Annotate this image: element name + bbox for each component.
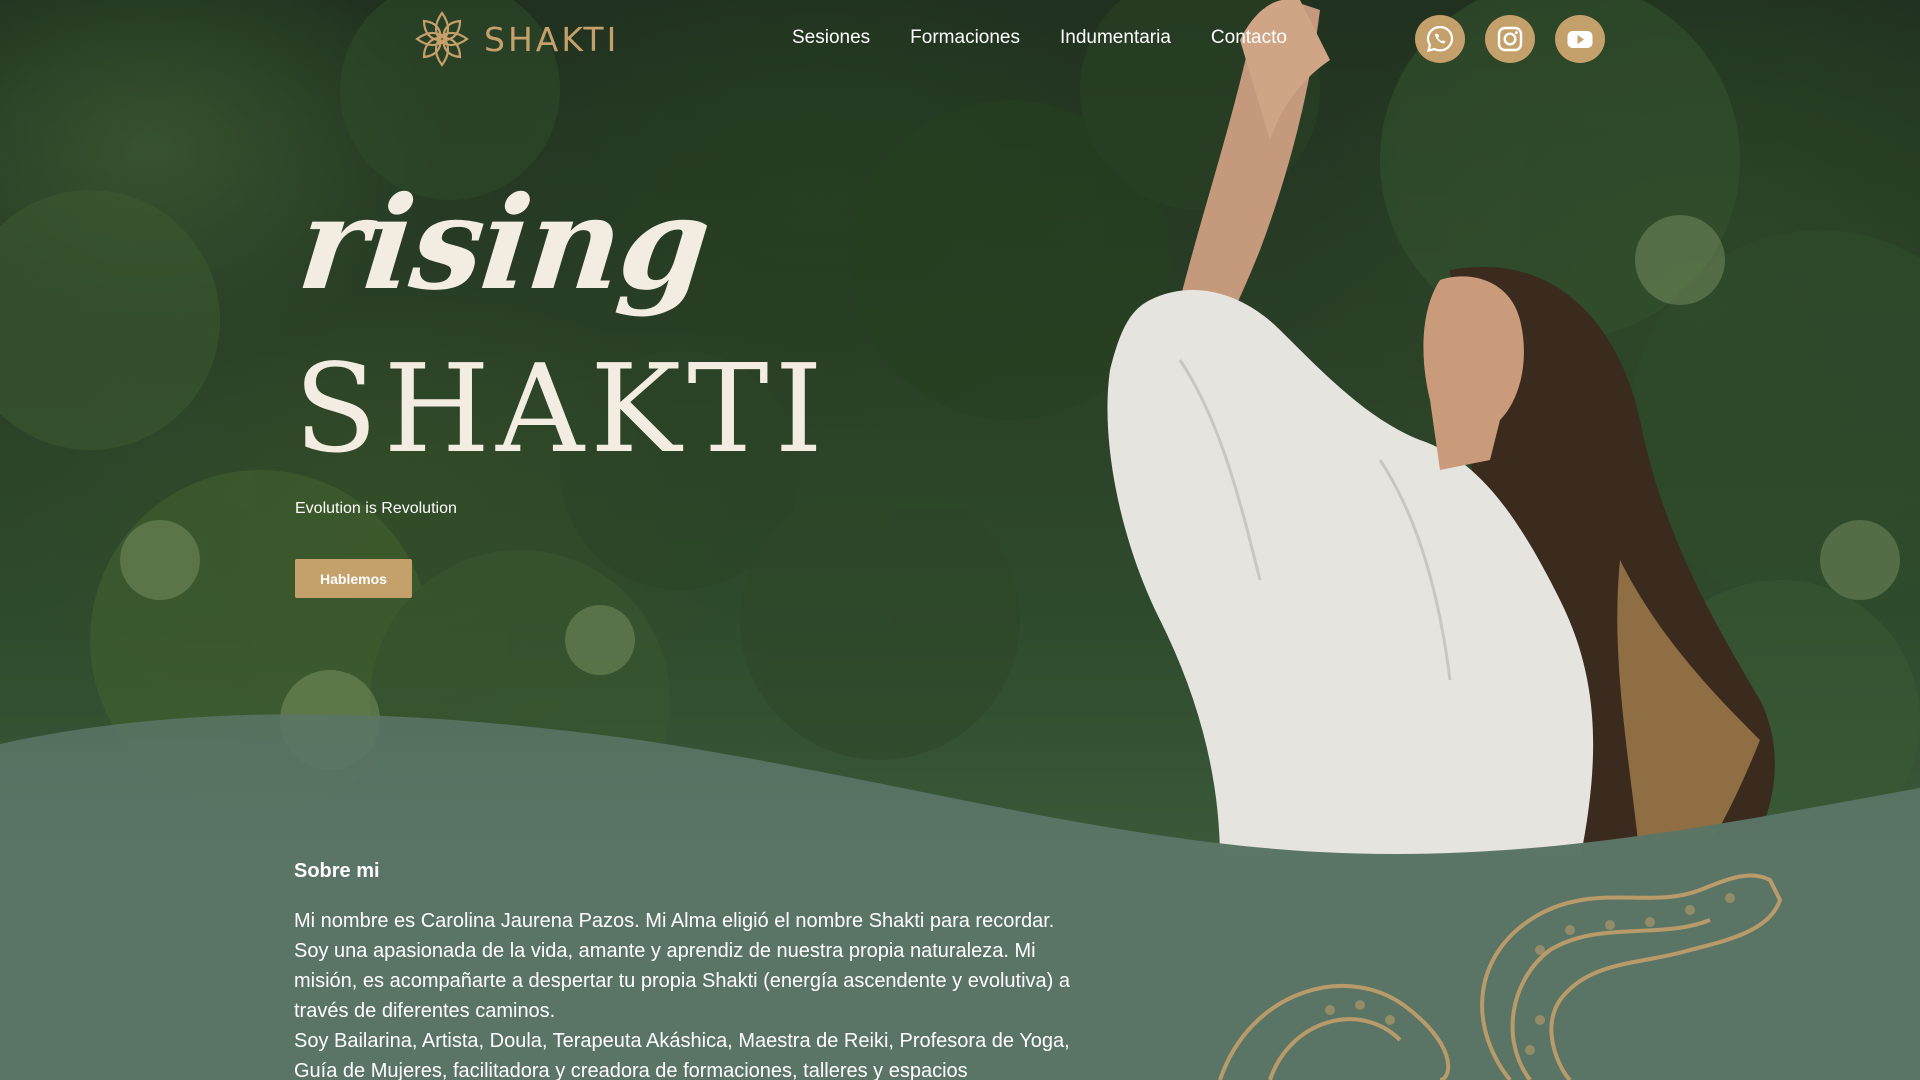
hero-tagline: Evolution is Revolution [295, 500, 457, 517]
youtube-button[interactable] [1555, 15, 1605, 63]
social-links [1415, 15, 1605, 63]
lotus-logo-icon [415, 11, 469, 67]
brand-logo[interactable]: SHAKTI [414, 8, 619, 70]
instagram-button[interactable] [1485, 15, 1535, 63]
section-wave-divider [0, 714, 1920, 860]
whatsapp-icon [1426, 25, 1454, 52]
about-paragraph-2: Soy Bailarina, Artista, Doula, Terapeuta… [294, 1030, 1070, 1080]
about-body: Mi nombre es Carolina Jaurena Pazos. Mi … [294, 906, 1074, 1080]
hero-title-shakti: SHAKTI [294, 338, 829, 480]
main-nav: Sesiones Formaciones Indumentaria Contac… [792, 22, 1287, 54]
nav-link-sesiones[interactable]: Sesiones [792, 22, 870, 54]
brand-name: SHAKTI [484, 19, 620, 59]
nav-link-formaciones[interactable]: Formaciones [910, 22, 1020, 54]
nav-link-indumentaria[interactable]: Indumentaria [1060, 22, 1171, 54]
nav-link-contacto[interactable]: Contacto [1211, 22, 1287, 54]
hero-background [0, 0, 1920, 860]
about-paragraph-1: Mi nombre es Carolina Jaurena Pazos. Mi … [294, 910, 1070, 1022]
hablemos-button[interactable]: Hablemos [295, 559, 412, 598]
whatsapp-button[interactable] [1415, 15, 1465, 63]
instagram-icon [1497, 26, 1523, 52]
snake-illustration [1218, 873, 1783, 1080]
youtube-icon [1567, 31, 1593, 48]
about-heading: Sobre mi [294, 860, 380, 882]
hero-title-rising: rising [292, 169, 716, 319]
site-header: SHAKTI Sesiones Formaciones Indumentaria… [0, 0, 1920, 78]
